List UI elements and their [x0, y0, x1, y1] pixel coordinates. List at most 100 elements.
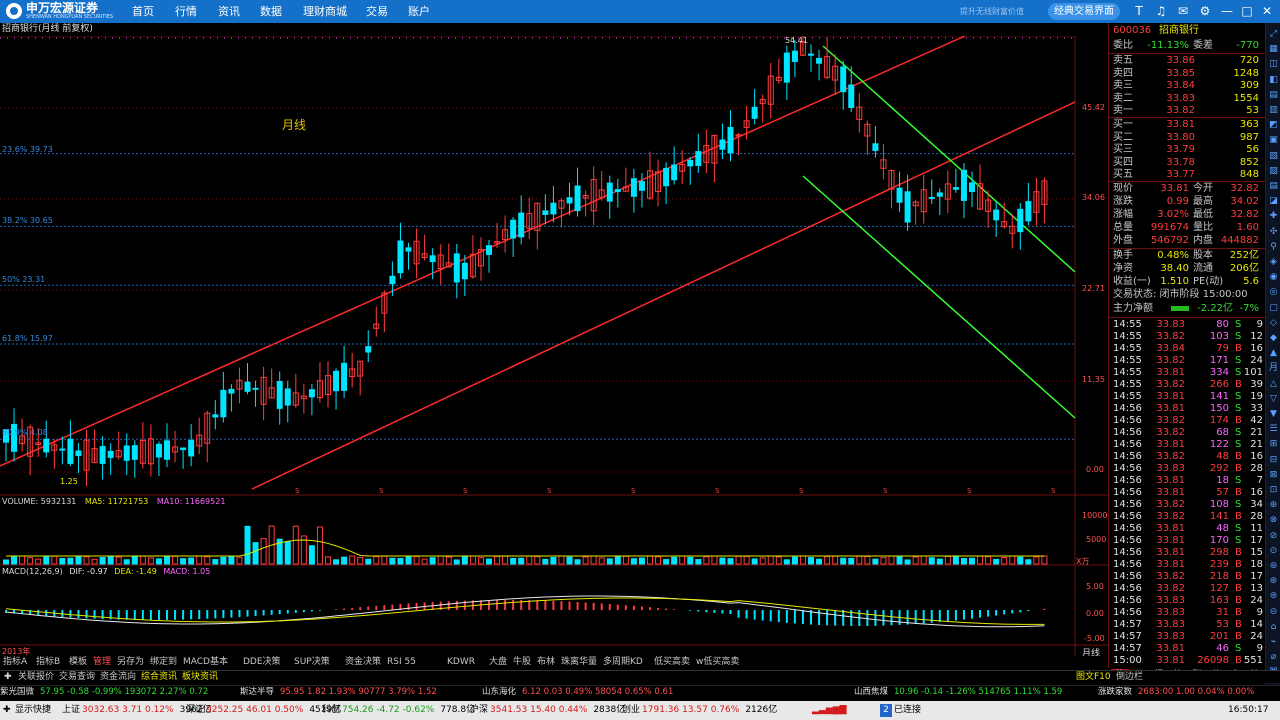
dot-circle-icon[interactable]: ⊙: [1268, 546, 1279, 557]
indicator-tab[interactable]: 指标B: [36, 656, 60, 669]
ticker-item[interactable]: 紫光国微 57.95 -0.58 -0.99% 193072 2.27% 0.72: [0, 686, 208, 699]
rows-icon[interactable]: ▤: [1268, 181, 1279, 192]
minus-box-icon[interactable]: ⊟: [1268, 455, 1279, 466]
indicator-tab[interactable]: DDE决策: [243, 656, 281, 669]
indicator-tab[interactable]: 指标A: [3, 656, 27, 669]
square-icon[interactable]: ▢: [1268, 303, 1279, 314]
indicator-tab[interactable]: 布林: [537, 656, 555, 669]
volume-bar: [1025, 559, 1032, 565]
index-item[interactable]: 科创 754.26 -4.72 -0.62% 778.8亿: [322, 701, 475, 720]
font-size-icon[interactable]: T: [1131, 3, 1147, 19]
diamond-icon[interactable]: ◈: [1268, 257, 1279, 268]
classic-trade-button[interactable]: 经典交易界面: [1048, 3, 1120, 20]
up-icon[interactable]: ▲: [1268, 348, 1279, 359]
ticker-item[interactable]: 山东海化 6.12 0.03 0.49% 58054 0.65% 0.61: [482, 686, 673, 699]
shortcut-toggle[interactable]: 显示快捷: [15, 701, 51, 720]
indicator-tab[interactable]: 资金决策: [345, 656, 381, 669]
indicator-tab[interactable]: 珠离华量: [561, 656, 597, 669]
indicator-tab[interactable]: KDWR: [447, 656, 475, 669]
dash-circle-icon[interactable]: ⊝: [1268, 607, 1279, 618]
indicator-tab[interactable]: 低买高卖: [654, 656, 690, 669]
indicator-tab[interactable]: 模板: [69, 656, 87, 669]
nav-data[interactable]: 数据: [260, 0, 282, 23]
slash-circle-icon[interactable]: ⊘: [1268, 531, 1279, 542]
tick-row: 14:56 33.81 48 S 11: [1109, 523, 1265, 535]
kline-chart[interactable]: SSSSSSSSSSSSS: [0, 36, 1108, 656]
ring-icon[interactable]: ⊚: [1268, 561, 1279, 572]
mail-icon[interactable]: ✉: [1175, 3, 1191, 19]
fill-shape-icon[interactable]: ◆: [1268, 333, 1279, 344]
shape-icon[interactable]: ◇: [1268, 318, 1279, 329]
plus-box-icon[interactable]: ⊞: [1268, 439, 1279, 450]
index-item[interactable]: 创业 1791.36 13.57 0.76% 2126亿: [622, 701, 777, 720]
x-circle-icon[interactable]: ⊗: [1268, 515, 1279, 526]
target-icon[interactable]: ◉: [1268, 272, 1279, 283]
expand-icon[interactable]: ⤢: [1268, 29, 1279, 40]
index-item[interactable]: 深证 9252.25 46.01 0.50% 4519亿: [186, 701, 341, 720]
grid-icon[interactable]: ▦: [1268, 44, 1279, 55]
indicator-tab[interactable]: 多周期KD: [603, 656, 643, 669]
list-icon[interactable]: ▤: [1268, 90, 1279, 101]
x-box-icon[interactable]: ⊠: [1268, 470, 1279, 481]
stat-label: 涨幅: [1113, 209, 1133, 220]
ticker-item[interactable]: 涨跌家数 2683:00 1.00 0.04% 0.00%: [1098, 686, 1254, 699]
indicator-tab[interactable]: SUP决策: [294, 656, 330, 669]
volume-bar: [196, 555, 203, 565]
month-icon[interactable]: 月: [1268, 363, 1279, 374]
indicator-tab[interactable]: RSI 55: [387, 656, 416, 669]
nav-market[interactable]: 行情: [175, 0, 197, 23]
plus-circle-icon[interactable]: ⊕: [1268, 500, 1279, 511]
pattern-icon[interactable]: ▨: [1268, 166, 1279, 177]
diameter-icon[interactable]: ⌀: [1268, 652, 1279, 663]
indicator-tab[interactable]: 牛股: [513, 656, 531, 669]
nav-trade[interactable]: 交易: [366, 0, 388, 23]
split-icon[interactable]: ◧: [1268, 75, 1279, 86]
indicator-tab[interactable]: MACD基本: [183, 656, 228, 669]
indicator-tab[interactable]: 管理: [93, 656, 111, 669]
tri-down-icon[interactable]: ▽: [1268, 394, 1279, 405]
dot-box-icon[interactable]: ⊡: [1268, 485, 1279, 496]
status-add-icon[interactable]: ✚: [3, 701, 11, 720]
table-icon[interactable]: ▥: [1268, 105, 1279, 116]
wave-icon[interactable]: ⌁: [1268, 637, 1279, 648]
info-tab[interactable]: 资金流向: [100, 671, 136, 684]
index-item[interactable]: 沪深 3541.53 15.40 0.44% 2838亿: [470, 701, 625, 720]
eq-circle-icon[interactable]: ⊜: [1268, 591, 1279, 602]
window-icon[interactable]: ◫: [1268, 59, 1279, 70]
crosshair-icon[interactable]: ✚: [1268, 211, 1279, 222]
ticker-item[interactable]: 斯达半导 95.95 1.82 1.93% 90777 3.79% 1.52: [240, 686, 437, 699]
minimize-icon[interactable]: —: [1219, 3, 1235, 19]
nav-home[interactable]: 首页: [132, 0, 154, 23]
menu-icon[interactable]: ☰: [1268, 424, 1279, 435]
close-icon[interactable]: ✕: [1259, 3, 1275, 19]
info-tab[interactable]: 综合资讯: [141, 671, 177, 684]
home-icon[interactable]: ⌂: [1268, 622, 1279, 633]
tri-up-icon[interactable]: △: [1268, 379, 1279, 390]
nav-wealth-mall[interactable]: 理财商城: [303, 0, 347, 23]
sidebar-toggle-tab[interactable]: 倒边栏: [1116, 671, 1143, 684]
ticker-item[interactable]: 山西焦煤 10.96 -0.14 -1.26% 514765 1.11% 1.59: [854, 686, 1062, 699]
down-icon[interactable]: ▼: [1268, 409, 1279, 420]
indicator-tab[interactable]: 绑定到: [150, 656, 177, 669]
info-tab[interactable]: 关联报价: [18, 671, 54, 684]
f10-tab[interactable]: 图文F10: [1076, 671, 1111, 684]
box-icon[interactable]: ▣: [1268, 135, 1279, 146]
indicator-tab[interactable]: 另存为: [117, 656, 144, 669]
hatch-icon[interactable]: ▧: [1268, 151, 1279, 162]
maximize-icon[interactable]: □: [1239, 3, 1255, 19]
info-tab[interactable]: 板块资讯: [182, 671, 218, 684]
nav-news[interactable]: 资讯: [218, 0, 240, 23]
circle-icon[interactable]: ◎: [1268, 287, 1279, 298]
star-circle-icon[interactable]: ⊛: [1268, 576, 1279, 587]
panel-icon[interactable]: ◪: [1268, 196, 1279, 207]
info-tab[interactable]: 交易查询: [59, 671, 95, 684]
settings-icon[interactable]: ⚙: [1197, 3, 1213, 19]
tools-icon[interactable]: ✣: [1268, 227, 1279, 238]
nav-account[interactable]: 账户: [408, 0, 430, 23]
indicator-tab[interactable]: w低买高卖: [696, 656, 739, 669]
search-icon[interactable]: ⚲: [1268, 242, 1279, 253]
add-icon[interactable]: ✚: [4, 671, 12, 684]
headset-icon[interactable]: ♫: [1153, 3, 1169, 19]
indicator-tab[interactable]: 大盘: [489, 656, 507, 669]
layout-icon[interactable]: ◩: [1268, 120, 1279, 131]
